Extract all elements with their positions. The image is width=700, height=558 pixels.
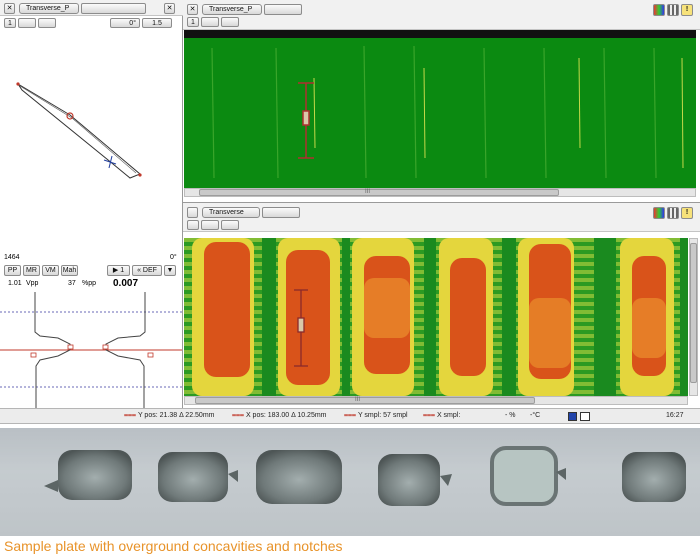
status-network-icon[interactable] bbox=[568, 412, 577, 421]
bottom-toolbar bbox=[183, 203, 700, 232]
vpp-value: 1.01 bbox=[8, 280, 22, 287]
bottom-vertical-scrollbar[interactable] bbox=[689, 238, 698, 396]
ascan-marker-2 bbox=[67, 344, 74, 350]
top-cscan-header bbox=[184, 30, 696, 38]
status-x-smpl: ⩶ X smpl: bbox=[423, 412, 461, 419]
status-y-smpl: ⩶ Y smpl: 57 smpl bbox=[344, 412, 408, 419]
bottom-scroll-grip: III bbox=[355, 397, 361, 403]
left-toolbar-blank-button[interactable] bbox=[81, 3, 146, 14]
vpp-unit: Vpp bbox=[26, 280, 39, 287]
profile-shape bbox=[17, 83, 141, 179]
top-palette-icon[interactable] bbox=[653, 4, 665, 16]
bottom-tab-blank[interactable] bbox=[187, 207, 198, 218]
top-blank-button-b[interactable] bbox=[221, 17, 239, 27]
concavity-6 bbox=[622, 452, 686, 502]
left-angle-field[interactable]: 0° bbox=[110, 18, 140, 28]
pp-value: 37 bbox=[68, 280, 76, 287]
top-close-button[interactable]: ✕ bbox=[187, 4, 198, 15]
status-y-pos: ⩶ Y pos: 21.38 Δ 22.50mm bbox=[124, 412, 215, 419]
plate-photo-svg bbox=[0, 428, 700, 536]
top-scroll-thumb[interactable] bbox=[199, 189, 559, 196]
bottom-toolbar-blank-button[interactable] bbox=[262, 207, 300, 218]
top-grid-icon[interactable] bbox=[667, 4, 679, 16]
profile-point-start bbox=[16, 82, 20, 86]
concavity-4 bbox=[378, 454, 440, 506]
bottom-panel: Transverse ! III bbox=[183, 202, 700, 408]
caption: Sample plate with overground concavities… bbox=[4, 538, 343, 554]
concavity-1 bbox=[58, 450, 132, 500]
top-page-button[interactable]: 1 bbox=[187, 17, 199, 27]
status-time: 16:27 bbox=[666, 412, 684, 419]
concavity-5 bbox=[490, 446, 558, 506]
profile-point-end bbox=[138, 173, 142, 177]
status-x-pos: ⩶ X pos: 183.00 Δ 10.25mm bbox=[232, 412, 327, 419]
top-blank-button-a[interactable] bbox=[201, 17, 219, 27]
concavity-3 bbox=[256, 450, 342, 504]
left-scale-field[interactable]: 1.5 bbox=[142, 18, 172, 28]
left-close-button[interactable]: ✕ bbox=[4, 3, 15, 14]
top-cscan-streaks bbox=[211, 45, 684, 179]
mode-button-vm[interactable]: VM bbox=[42, 265, 59, 276]
left-blank-button-a[interactable] bbox=[18, 18, 36, 28]
left-bottom-angle: 0° bbox=[170, 254, 177, 261]
ascan-marker-3 bbox=[102, 344, 109, 350]
bottom-blank-button-a[interactable] bbox=[187, 220, 199, 230]
status-bar: ⩶ Y pos: 21.38 Δ 22.50mm ⩶ X pos: 183.00… bbox=[0, 408, 700, 424]
amplitude-value: 0.007 bbox=[113, 278, 139, 289]
mode-button-mah[interactable]: Mah bbox=[61, 265, 78, 276]
profile-inner-line bbox=[19, 85, 137, 174]
bottom-grid-icon[interactable] bbox=[667, 207, 679, 219]
profile-canvas bbox=[16, 82, 142, 179]
ascan-marker-4 bbox=[147, 352, 154, 358]
left-bottom-value: 1464 bbox=[4, 254, 20, 261]
left-tab-transverse-p[interactable]: Transverse_P bbox=[19, 3, 79, 14]
menu-dropdown-button[interactable]: ▼ bbox=[164, 265, 176, 276]
status-temperature: -°C bbox=[530, 412, 541, 419]
top-panel: ✕ Transverse_P 1 ! III bbox=[183, 0, 700, 201]
bottom-heatmap bbox=[184, 238, 688, 396]
bottom-tab-transverse[interactable]: Transverse bbox=[202, 207, 260, 218]
bottom-blank-button-b[interactable] bbox=[201, 220, 219, 230]
left-panel: ✕ Transverse_P ✕ 1 0° 1.5 1464 0° PP MR … bbox=[0, 0, 183, 408]
play-button[interactable]: ▶ 1 bbox=[107, 265, 130, 276]
bottom-palette-icon[interactable] bbox=[653, 207, 665, 219]
bottom-horizontal-scrollbar[interactable]: III bbox=[184, 396, 688, 405]
sample-plate-photo bbox=[0, 428, 700, 536]
top-horizontal-scrollbar[interactable]: III bbox=[184, 188, 696, 197]
mode-button-pp[interactable]: PP bbox=[4, 265, 21, 276]
top-cursor bbox=[298, 82, 314, 159]
bottom-info-icon[interactable]: ! bbox=[681, 207, 693, 219]
def-button[interactable]: « DEF bbox=[132, 265, 162, 276]
status-window-icon[interactable] bbox=[580, 412, 590, 421]
left-page-button[interactable]: 1 bbox=[4, 18, 16, 28]
top-scroll-grip: III bbox=[365, 189, 371, 195]
bottom-cscan-image bbox=[184, 238, 688, 396]
probe-marker bbox=[66, 112, 74, 120]
bottom-scroll-thumb[interactable] bbox=[195, 397, 535, 404]
ascan-marker-1 bbox=[30, 352, 37, 358]
top-tab-transverse-p[interactable]: Transverse_P bbox=[202, 4, 262, 15]
ascan-plot bbox=[0, 292, 182, 408]
left-blank-button-b[interactable] bbox=[38, 18, 56, 28]
top-info-icon[interactable]: ! bbox=[681, 4, 693, 16]
concavity-2 bbox=[158, 452, 228, 502]
left-close-button-2[interactable]: ✕ bbox=[164, 3, 175, 14]
top-cscan-image bbox=[184, 38, 696, 188]
mode-button-mr[interactable]: MR bbox=[23, 265, 40, 276]
top-toolbar-blank-button[interactable] bbox=[264, 4, 302, 15]
pp-unit: %pp bbox=[82, 280, 97, 287]
bottom-vscroll-thumb[interactable] bbox=[690, 243, 697, 383]
bottom-blank-button-c[interactable] bbox=[221, 220, 239, 230]
status-percent: - % bbox=[505, 412, 516, 419]
